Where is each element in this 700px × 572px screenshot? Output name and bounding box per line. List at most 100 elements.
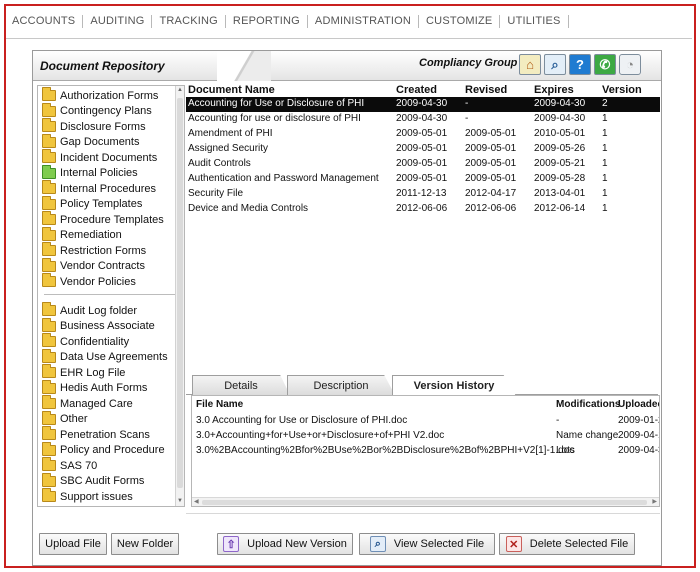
scroll-thumb[interactable] <box>177 98 183 488</box>
folder-item[interactable]: Policy and Procedure <box>42 441 165 458</box>
menu-accounts[interactable]: ACCOUNTS <box>8 14 84 28</box>
table-cell: 2 <box>602 98 608 109</box>
menu-customize[interactable]: CUSTOMIZE <box>419 14 501 28</box>
folder-icon <box>42 457 56 471</box>
folder-item[interactable]: Vendor Policies <box>42 273 136 289</box>
folder-item[interactable]: Gap Documents <box>42 133 139 150</box>
folder-item[interactable]: Business Associate <box>42 317 155 334</box>
menu-divider <box>6 38 692 39</box>
tab-version-history[interactable]: Version History <box>392 375 516 396</box>
folder-icon <box>42 87 56 101</box>
table-cell: 1 <box>602 203 608 214</box>
help-icon[interactable]: ? <box>569 54 591 75</box>
magnifier-icon: ⌕ <box>369 536 386 552</box>
version-row[interactable]: 3.0+Accounting+for+Use+or+Disclosure+of+… <box>192 429 659 444</box>
folder-item[interactable]: Hedis Auth Forms <box>42 379 147 396</box>
version-cell: 3.0 Accounting for Use or Disclosure of … <box>196 415 408 426</box>
folder-item[interactable]: Managed Care <box>42 395 133 411</box>
table-row[interactable]: Security File 2011-12-13 2012-04-17 2013-04… <box>186 187 660 202</box>
scroll-down-icon[interactable]: ▼ <box>176 497 184 506</box>
folder-item[interactable]: SBC Audit Forms <box>42 472 144 489</box>
folder-item[interactable]: Penetration Scans <box>42 426 150 442</box>
folder-item[interactable]: Confidentiality <box>42 333 129 349</box>
folder-icon <box>42 488 56 502</box>
scroll-up-icon[interactable]: ▲ <box>176 86 184 95</box>
col-revised[interactable]: Revised <box>465 84 507 98</box>
phone-icon[interactable]: ✆ <box>594 54 616 75</box>
vh-col-uploaded[interactable]: Uploadec <box>618 399 659 410</box>
col-expires[interactable]: Expires <box>534 84 574 98</box>
table-row[interactable]: Authentication and Password Management 20… <box>186 172 660 187</box>
folder-item[interactable]: EHR Log File <box>42 364 125 380</box>
scroll-right-icon[interactable]: ▶ <box>652 498 657 506</box>
folder-item[interactable]: Incident Documents <box>42 149 158 165</box>
col-document-name[interactable]: Document Name <box>188 84 275 98</box>
menu-auditing[interactable]: AUDITING <box>83 14 153 28</box>
folder-item[interactable]: Internal Procedures <box>42 180 156 196</box>
table-row[interactable]: Accounting for use or disclosure of PHI 2… <box>186 112 660 127</box>
table-row[interactable]: Accounting for Use or Disclosure of PHI 2… <box>186 97 660 112</box>
folder-label: Internal Policies <box>60 167 138 179</box>
menu-tracking[interactable]: TRACKING <box>152 14 226 28</box>
document-repository-panel: Document Repository Compliancy Group ⌂ ⌕… <box>32 50 662 566</box>
folder-item[interactable]: Audit Log folder <box>42 302 138 318</box>
table-row[interactable]: Device and Media Controls 2012-06-06 2012-… <box>186 202 660 217</box>
folder-item[interactable]: Procedure Templates <box>42 211 164 227</box>
folder-icon <box>42 226 56 241</box>
tab-details[interactable]: Details <box>192 375 290 395</box>
folder-item[interactable]: Support issues <box>42 488 133 504</box>
table-cell: 1 <box>602 128 608 139</box>
folder-label: Restriction Forms <box>60 244 147 257</box>
folder-label: Remediation <box>60 229 122 241</box>
vh-col-file-name[interactable]: File Name <box>196 399 243 410</box>
folder-item[interactable]: SAS 70 <box>42 457 97 473</box>
table-cell: 1 <box>602 173 608 184</box>
version-row[interactable]: 3.0%2BAccounting%2Bfor%2BUse%2Bor%2BDisc… <box>192 444 659 459</box>
new-folder-button[interactable]: New Folder <box>111 533 179 555</box>
folder-item[interactable]: Data Use Agreements <box>42 348 168 365</box>
gauge-icon[interactable]: ◔ <box>619 54 641 75</box>
upload-new-version-button[interactable]: ⇧ Upload New Version <box>217 533 353 555</box>
folder-scrollbar[interactable]: ▲ ▼ <box>175 86 184 506</box>
home-icon[interactable]: ⌂ <box>519 54 541 75</box>
scroll-left-icon[interactable]: ◀ <box>194 498 199 506</box>
folder-item[interactable]: Authorization Forms <box>42 87 158 103</box>
table-row[interactable]: Amendment of PHI 2009-05-01 2009-05-01 2010… <box>186 127 660 142</box>
folder-label: Contingency Plans <box>60 105 152 117</box>
folder-label: Incident Documents <box>60 151 158 164</box>
folder-item[interactable]: Other <box>42 410 88 427</box>
table-row[interactable]: Audit Controls 2009-05-01 2009-05-01 2009-0… <box>186 157 660 172</box>
folder-item[interactable]: Contingency Plans <box>42 102 152 119</box>
upload-file-button[interactable]: Upload File <box>39 533 107 555</box>
table-cell: Amendment of PHI <box>188 128 273 139</box>
delete-selected-file-label: Delete Selected File <box>529 538 629 550</box>
folder-item[interactable]: Vendor Contracts <box>42 257 145 274</box>
view-selected-file-button[interactable]: ⌕ View Selected File <box>359 533 495 555</box>
folder-item[interactable]: Restriction Forms <box>42 242 147 258</box>
folder-item[interactable]: Remediation <box>42 226 122 243</box>
delete-selected-file-button[interactable]: ✕ Delete Selected File <box>499 533 635 555</box>
version-row[interactable]: 3.0 Accounting for Use or Disclosure of … <box>192 414 659 429</box>
vh-horizontal-scrollbar[interactable]: ◀ ▶ <box>192 497 659 506</box>
vh-scroll-thumb[interactable] <box>202 500 647 505</box>
folder-item[interactable]: Policy Templates <box>42 195 142 212</box>
menu-utilities[interactable]: UTILITIES <box>500 14 569 28</box>
table-cell: 2012-06-06 <box>396 203 448 214</box>
search-icon[interactable]: ⌕ <box>544 54 566 75</box>
tab-description[interactable]: Description <box>287 375 395 395</box>
folder-item[interactable]: Disclosure Forms <box>42 118 146 134</box>
folder-label: Audit Log folder <box>60 304 138 317</box>
table-cell: 2009-04-30 <box>396 98 448 109</box>
menu-reporting[interactable]: REPORTING <box>226 14 308 28</box>
bottom-divider <box>186 513 660 514</box>
col-created[interactable]: Created <box>396 84 437 98</box>
table-row[interactable]: Assigned Security 2009-05-01 2009-05-01 200… <box>186 142 660 157</box>
folder-item[interactable]: Internal Policies <box>42 164 138 181</box>
vh-col-modifications[interactable]: Modifications <box>556 399 620 410</box>
menu-administration[interactable]: ADMINISTRATION <box>308 14 420 28</box>
table-cell: 2013-04-01 <box>534 188 586 199</box>
col-version[interactable]: Version <box>602 84 642 98</box>
upload-icon: ⇧ <box>223 536 240 552</box>
folder-label: Procedure Templates <box>60 213 164 226</box>
table-cell: - <box>465 113 469 124</box>
